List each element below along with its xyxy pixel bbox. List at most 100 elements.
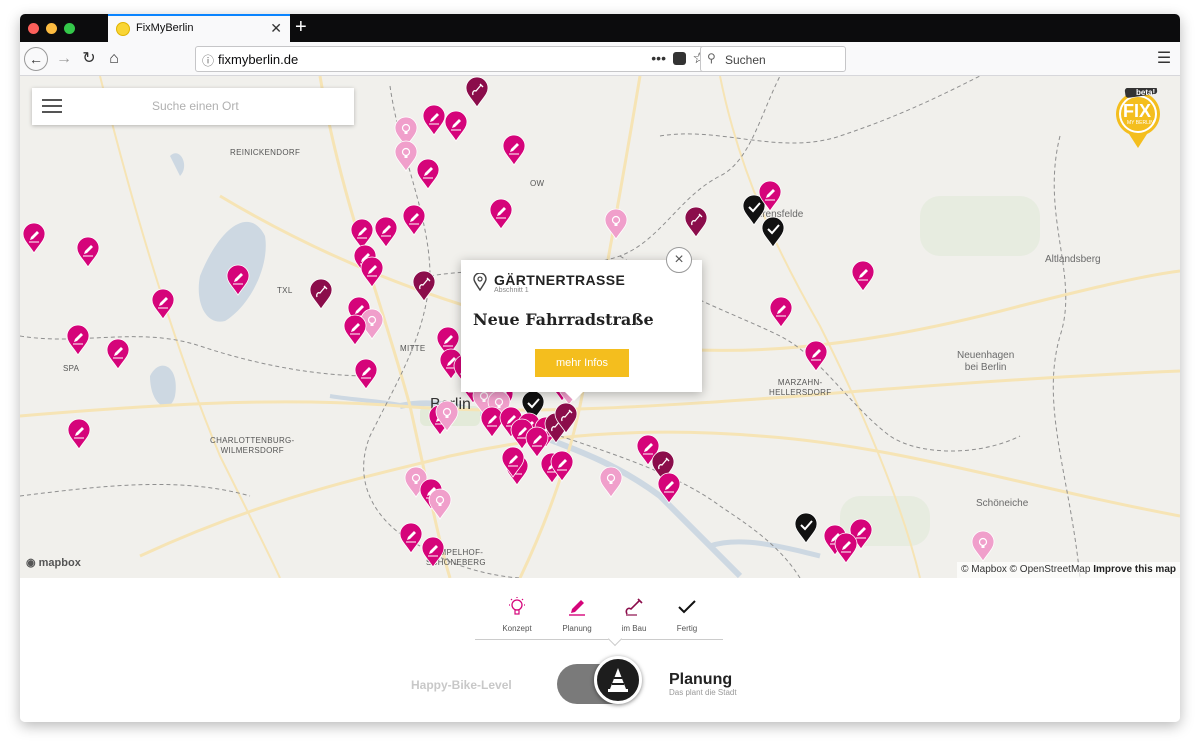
map-marker-planung[interactable] xyxy=(66,324,90,356)
legend-im-bau[interactable]: im Bau xyxy=(604,596,664,633)
slider-knob[interactable] xyxy=(594,656,642,704)
map-marker-konzept[interactable] xyxy=(394,140,418,172)
map-marker-konzept[interactable] xyxy=(435,400,459,432)
map-marker-planung[interactable] xyxy=(374,216,398,248)
map-marker-konzept[interactable] xyxy=(604,208,628,240)
map-marker-planung[interactable] xyxy=(550,450,574,482)
attribution-text[interactable]: © Mapbox © OpenStreetMap xyxy=(961,564,1090,575)
map-marker-planung[interactable] xyxy=(769,296,793,328)
map-marker-konzept[interactable] xyxy=(599,466,623,498)
map-marker-planung[interactable] xyxy=(402,204,426,236)
browser-search-placeholder: Suchen xyxy=(725,53,766,67)
map-marker-planung[interactable] xyxy=(226,264,250,296)
map-marker-fertig[interactable] xyxy=(794,512,818,544)
map-marker-planung[interactable] xyxy=(399,522,423,554)
map-marker-im-bau[interactable] xyxy=(309,278,333,310)
map-marker-planung[interactable] xyxy=(834,532,858,564)
map-marker-planung[interactable] xyxy=(354,358,378,390)
label-txl: TXL xyxy=(277,286,293,295)
more-info-button[interactable]: mehr Infos xyxy=(535,349,629,377)
lightbulb-icon xyxy=(509,597,525,615)
map-marker-planung[interactable] xyxy=(106,338,130,370)
map-marker-planung[interactable] xyxy=(151,288,175,320)
shovel-icon xyxy=(625,598,643,616)
pencil-icon xyxy=(569,600,585,616)
navigation-toolbar: ← → ↻ ⌂ ⓘ fixmyberlin.de ••• ☆ ⚲ Suchen … xyxy=(20,42,1180,76)
map-marker-im-bau[interactable] xyxy=(465,76,489,108)
minimize-window-button[interactable] xyxy=(46,23,57,34)
map-marker-planung[interactable] xyxy=(360,256,384,288)
forward-button[interactable]: → xyxy=(54,47,74,71)
popup-close-button[interactable]: × xyxy=(666,247,692,273)
map-marker-fertig[interactable] xyxy=(761,216,785,248)
label-spandau: SPA xyxy=(63,364,80,373)
close-window-button[interactable] xyxy=(28,23,39,34)
info-icon[interactable]: ⓘ xyxy=(202,52,214,69)
happy-bike-level-label: Happy-Bike-Level xyxy=(411,678,512,692)
map-marker-planung[interactable] xyxy=(444,110,468,142)
map-marker-im-bau[interactable] xyxy=(554,402,578,434)
tab-fixmyberlin[interactable]: FixMyBerlin ✕ xyxy=(108,14,290,42)
filter-panel: Konzept Planung im Bau Fertig Happy-Bike… xyxy=(20,578,1180,722)
map[interactable]: REINICKENDORF TXL MITTE Berlin SPA CHARL… xyxy=(20,76,1180,578)
place-search-placeholder: Suche einen Ort xyxy=(152,99,239,113)
logo-subtext: MY BERLIN xyxy=(1127,120,1154,126)
map-marker-planung[interactable] xyxy=(851,260,875,292)
fixmyberlin-logo[interactable]: beta! FIX MY BERLIN xyxy=(1113,84,1163,150)
map-marker-planung[interactable] xyxy=(422,104,446,136)
map-marker-planung[interactable] xyxy=(76,236,100,268)
map-marker-planung[interactable] xyxy=(804,340,828,372)
level-subtitle: Das plant die Stadt xyxy=(669,688,737,697)
browser-search-box[interactable]: ⚲ Suchen xyxy=(700,46,846,72)
reload-button[interactable]: ↻ xyxy=(79,47,99,71)
map-marker-planung[interactable] xyxy=(502,134,526,166)
search-icon: ⚲ xyxy=(707,51,716,65)
legend-konzept[interactable]: Konzept xyxy=(487,596,547,633)
favicon-icon xyxy=(116,22,130,36)
beta-badge: beta! xyxy=(1136,88,1156,97)
map-marker-planung[interactable] xyxy=(489,198,513,230)
hamburger-menu-icon[interactable] xyxy=(42,99,62,113)
legend-planung[interactable]: Planung xyxy=(547,596,607,633)
tab-close-icon[interactable]: ✕ xyxy=(270,20,282,36)
mapbox-logo[interactable]: ◉ mapbox xyxy=(26,556,81,569)
label-mitte: MITTE xyxy=(400,344,426,353)
level-title: Planung xyxy=(669,671,733,688)
map-marker-planung[interactable] xyxy=(67,418,91,450)
improve-map-link[interactable]: Improve this map xyxy=(1093,564,1176,575)
new-tab-button[interactable]: + xyxy=(295,16,307,38)
map-marker-planung[interactable] xyxy=(416,158,440,190)
map-marker-konzept[interactable] xyxy=(428,488,452,520)
back-button[interactable]: ← xyxy=(24,47,48,71)
browser-window: FixMyBerlin ✕ + ← → ↻ ⌂ ⓘ fixmyberlin.de… xyxy=(20,14,1180,722)
label-altlandsberg: Altlandsberg xyxy=(1045,254,1101,265)
tab-strip: FixMyBerlin ✕ + xyxy=(20,14,1180,42)
label-charlottenburg: CHARLOTTENBURG- WILMERSDORF xyxy=(210,436,295,455)
map-marker-konzept[interactable] xyxy=(971,530,995,562)
map-marker-planung[interactable] xyxy=(501,446,525,478)
place-search-bar[interactable]: Suche einen Ort xyxy=(32,88,354,125)
url-bar[interactable]: ⓘ fixmyberlin.de ••• ☆ xyxy=(195,46,713,72)
map-marker-planung[interactable] xyxy=(343,314,367,346)
map-marker-planung[interactable] xyxy=(758,180,782,212)
label-reinickendorf: REINICKENDORF xyxy=(230,148,301,157)
map-marker-im-bau[interactable] xyxy=(412,270,436,302)
url-text: fixmyberlin.de xyxy=(218,52,299,67)
label-schoeneiche: Schöneiche xyxy=(976,498,1029,509)
page-actions-icon[interactable]: ••• xyxy=(651,50,666,66)
mapbox-logo-text: mapbox xyxy=(38,557,81,569)
legend-fertig[interactable]: Fertig xyxy=(657,596,717,633)
map-marker-planung[interactable] xyxy=(657,472,681,504)
label-neuenhagen: Neuenhagen bei Berlin xyxy=(957,350,1015,373)
map-marker-planung[interactable] xyxy=(421,536,445,568)
tab-title: FixMyBerlin xyxy=(136,22,194,34)
pocket-icon[interactable] xyxy=(673,52,686,65)
zoom-window-button[interactable] xyxy=(64,23,75,34)
map-marker-planung[interactable] xyxy=(22,222,46,254)
menu-icon[interactable]: ☰ xyxy=(1154,47,1174,71)
map-attribution: © Mapbox © OpenStreetMap Improve this ma… xyxy=(957,562,1180,578)
traffic-cone-icon xyxy=(608,668,628,692)
legend-fertig-label: Fertig xyxy=(676,624,698,633)
map-marker-im-bau[interactable] xyxy=(684,206,708,238)
home-button[interactable]: ⌂ xyxy=(104,47,124,71)
